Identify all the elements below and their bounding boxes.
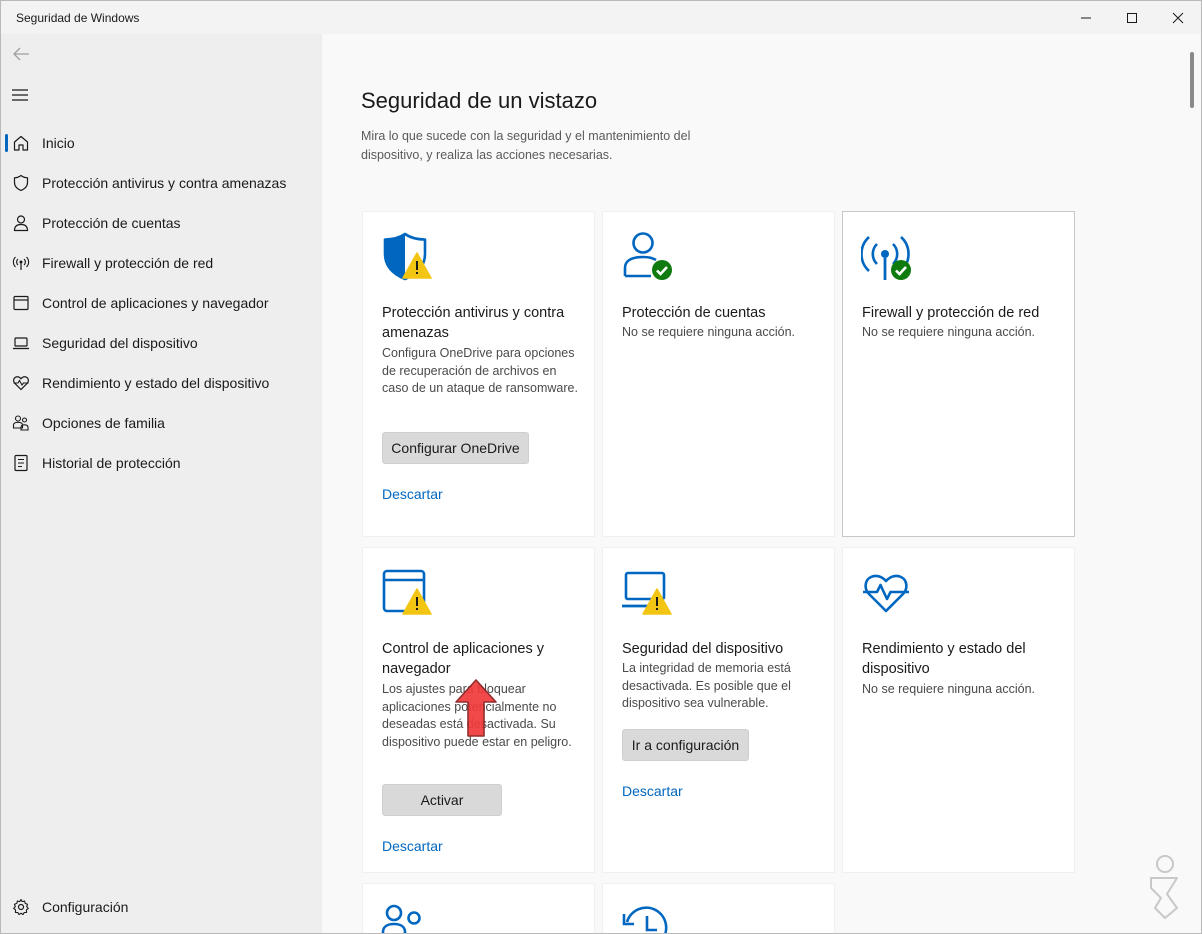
close-icon xyxy=(1172,12,1184,23)
sidebar-item-familia[interactable]: Opciones de familia xyxy=(1,405,322,441)
history-clock-icon xyxy=(622,906,668,933)
app-window: Seguridad de Windows Inicio Protección a… xyxy=(0,0,1202,934)
heart-pulse-icon xyxy=(863,574,909,613)
activate-button[interactable]: Activar xyxy=(382,784,502,816)
card-firewall[interactable]: Firewall y protección de red No se requi… xyxy=(842,211,1075,537)
sidebar-item-label: Control de aplicaciones y navegador xyxy=(42,295,269,311)
app-window-warning-icon xyxy=(382,569,432,615)
card-apps: Control de aplicaciones y navegador Los … xyxy=(362,547,595,873)
sidebar-item-historial[interactable]: Historial de protección xyxy=(1,445,322,481)
person-check-icon xyxy=(623,232,672,280)
back-button[interactable] xyxy=(11,44,35,64)
sidebar-item-label: Inicio xyxy=(42,135,75,151)
sidebar-item-rendimiento[interactable]: Rendimiento y estado del dispositivo xyxy=(1,365,322,401)
title-bar: Seguridad de Windows xyxy=(1,1,1201,34)
sidebar-item-label: Configuración xyxy=(42,899,129,915)
app-window-icon xyxy=(13,295,29,311)
sidebar-item-label: Historial de protección xyxy=(42,455,181,471)
sidebar-item-configuracion[interactable]: Configuración xyxy=(1,889,322,925)
configure-onedrive-button[interactable]: Configurar OneDrive xyxy=(382,432,529,464)
red-arrow-overlay-icon xyxy=(455,679,497,737)
card-historial xyxy=(602,883,835,933)
family-icon xyxy=(381,904,421,933)
card-title: Seguridad del dispositivo xyxy=(622,641,784,657)
minimize-icon xyxy=(1081,17,1091,18)
card-rendimiento: Rendimiento y estado del dispositivo No … xyxy=(842,547,1075,873)
card-cuentas: Protección de cuentas No se requiere nin… xyxy=(602,211,835,537)
dismiss-link[interactable]: Descartar xyxy=(622,783,683,799)
page-subtitle: Mira lo que sucede con la seguridad y el… xyxy=(361,129,691,162)
dismiss-link[interactable]: Descartar xyxy=(382,486,443,502)
close-button[interactable] xyxy=(1155,1,1201,34)
maximize-button[interactable] xyxy=(1109,1,1155,34)
hamburger-icon xyxy=(12,89,28,101)
sidebar-item-label: Opciones de familia xyxy=(42,415,165,431)
card-dispositivo: Seguridad del dispositivo La integridad … xyxy=(602,547,835,873)
gear-icon xyxy=(13,898,29,916)
family-icon xyxy=(12,415,29,431)
selection-indicator xyxy=(5,134,8,152)
card-title: Protección antivirus y contra amenazas xyxy=(382,305,565,341)
card-description: No se requiere ninguna acción. xyxy=(862,325,1036,339)
sidebar: Inicio Protección antivirus y contra ame… xyxy=(1,34,322,933)
sidebar-item-dispositivo[interactable]: Seguridad del dispositivo xyxy=(1,325,322,361)
wifi-antenna-icon xyxy=(12,256,30,270)
card-description: La integridad de memoria está desactivad… xyxy=(622,661,791,710)
hamburger-menu-button[interactable] xyxy=(11,86,33,104)
shield-icon xyxy=(13,174,29,192)
card-description: No se requiere ninguna acción. xyxy=(862,682,1036,696)
card-title: Control de aplicaciones y navegador xyxy=(382,641,545,677)
go-to-settings-button[interactable]: Ir a configuración xyxy=(622,729,749,761)
sidebar-item-cuentas[interactable]: Protección de cuentas xyxy=(1,205,322,241)
sidebar-item-label: Firewall y protección de red xyxy=(42,255,214,271)
home-icon xyxy=(13,135,29,151)
sidebar-item-label: Protección de cuentas xyxy=(42,215,181,231)
card-title: Firewall y protección de red xyxy=(862,305,1040,321)
window-title: Seguridad de Windows xyxy=(16,11,140,25)
wifi-antenna-check-icon xyxy=(861,236,911,280)
sidebar-item-inicio[interactable]: Inicio xyxy=(1,125,322,161)
sidebar-item-label: Seguridad del dispositivo xyxy=(42,335,198,351)
laptop-icon xyxy=(13,337,29,350)
card-description: Configura OneDrive para opciones de recu… xyxy=(382,346,578,395)
page-title: Seguridad de un vistazo xyxy=(361,88,598,113)
minimize-button[interactable] xyxy=(1063,1,1109,34)
shield-warning-icon xyxy=(383,232,432,281)
sidebar-item-firewall[interactable]: Firewall y protección de red xyxy=(1,245,322,281)
back-arrow-icon xyxy=(13,47,29,61)
sidebar-item-label: Protección antivirus y contra amenazas xyxy=(42,175,287,191)
sidebar-item-antivirus[interactable]: Protección antivirus y contra amenazas xyxy=(1,165,322,201)
maximize-icon xyxy=(1127,12,1137,23)
sidebar-item-apps[interactable]: Control de aplicaciones y navegador xyxy=(1,285,322,321)
watermark-logo xyxy=(1150,855,1178,919)
person-icon xyxy=(13,215,29,232)
card-description: No se requiere ninguna acción. xyxy=(622,325,796,339)
card-antivirus: Protección antivirus y contra amenazas C… xyxy=(362,211,595,537)
card-title: Rendimiento y estado del dispositivo xyxy=(862,641,1026,677)
heart-pulse-icon xyxy=(13,376,29,391)
scrollbar-thumb[interactable] xyxy=(1190,52,1194,108)
laptop-warning-icon xyxy=(622,571,672,615)
history-icon xyxy=(14,454,28,472)
sidebar-item-label: Rendimiento y estado del dispositivo xyxy=(42,375,270,391)
card-title: Protección de cuentas xyxy=(622,305,766,321)
main-content: Seguridad de un vistazo Mira lo que suce… xyxy=(322,34,1201,933)
dismiss-link[interactable]: Descartar xyxy=(382,838,443,854)
card-familia xyxy=(362,883,595,933)
